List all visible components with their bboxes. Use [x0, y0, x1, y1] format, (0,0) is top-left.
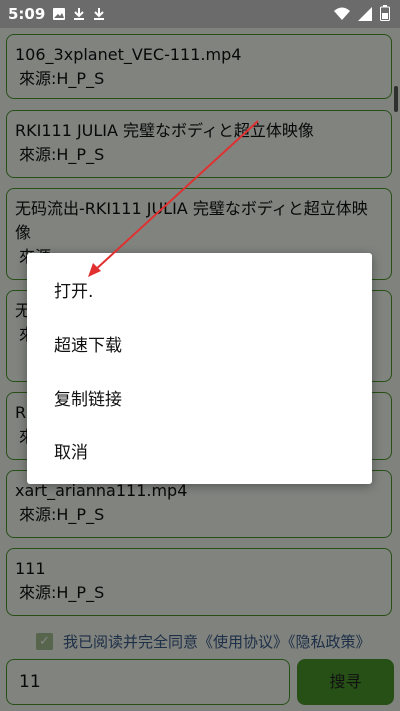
download-icon [72, 6, 86, 25]
download-icon [92, 6, 106, 25]
menu-item-copy-link[interactable]: 复制链接 [54, 385, 122, 410]
status-time: 5:09 [8, 5, 46, 23]
menu-item-fast-download[interactable]: 超速下载 [54, 331, 122, 356]
image-icon [52, 6, 66, 25]
battery-icon [380, 5, 390, 25]
wifi-icon [334, 6, 350, 25]
signal-icon [358, 6, 372, 25]
notification-icons [52, 6, 106, 25]
system-icons [334, 5, 390, 25]
status-bar: 5:09 [0, 0, 400, 28]
menu-item-cancel[interactable]: 取消 [54, 438, 88, 463]
context-menu-dialog: 打开. 超速下载 复制链接 取消 [27, 253, 372, 484]
menu-item-open[interactable]: 打开. [54, 277, 93, 302]
